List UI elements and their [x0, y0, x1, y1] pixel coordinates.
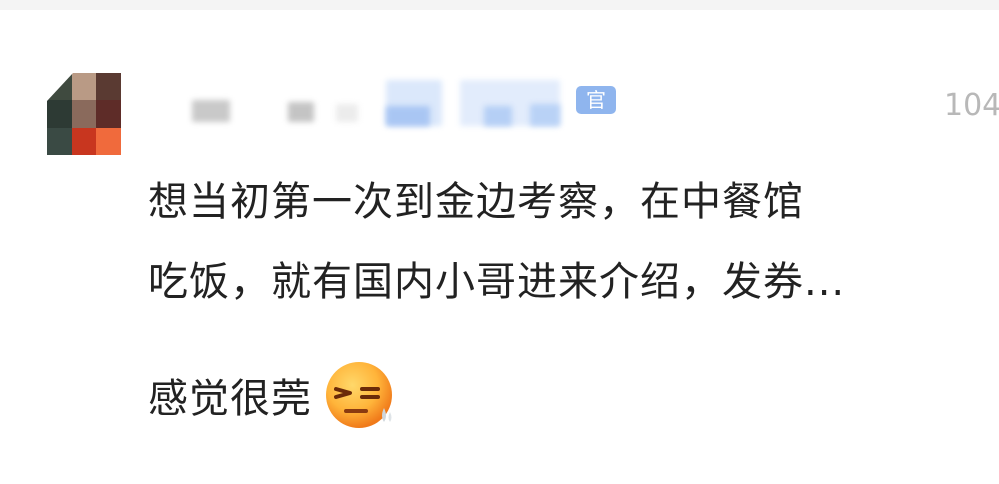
- avatar[interactable]: [47, 73, 121, 155]
- squinting-sweat-face-icon: [322, 356, 400, 434]
- comment-item: 官 104 想当初第一次到金边考察，在中餐馆 吃饭，就有国内小哥进来介绍，发券.…: [0, 10, 999, 484]
- comment-screen: 官 104 想当初第一次到金边考察，在中餐馆 吃饭，就有国内小哥进来介绍，发券.…: [0, 0, 999, 484]
- top-divider: [0, 0, 999, 10]
- comment-followup: 感觉很莞: [148, 350, 400, 440]
- comment-followup-text: 感觉很莞: [148, 376, 312, 422]
- comment-timestamp: 104: [944, 88, 999, 123]
- username-redacted[interactable]: 官: [190, 78, 620, 134]
- official-badge: 官: [576, 86, 616, 114]
- comment-body-line-1: 想当初第一次到金边考察，在中餐馆: [148, 179, 804, 225]
- comment-body-line-2: 吃饭，就有国内小哥进来介绍，发券...: [148, 259, 846, 305]
- comment-body[interactable]: 想当初第一次到金边考察，在中餐馆 吃饭，就有国内小哥进来介绍，发券...: [148, 162, 988, 322]
